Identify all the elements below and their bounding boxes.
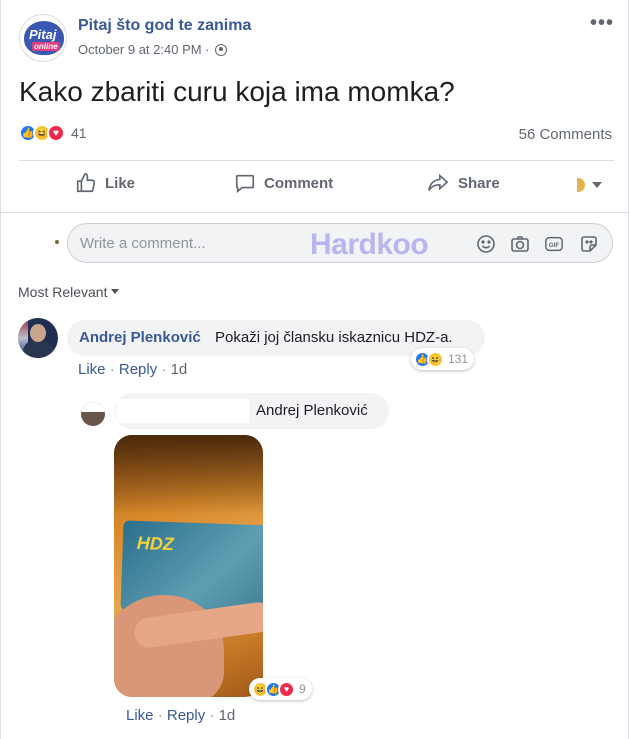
love-icon: ♥ <box>278 680 295 698</box>
comment-icon <box>235 174 255 193</box>
comment-text: Pokaži joj člansku iskaznicu HDZ-a. <box>215 329 453 346</box>
post-card: Pitaj online Pitaj što god te zanima Oct… <box>0 0 629 739</box>
reply-reaction-count: 9 <box>299 682 306 696</box>
separator: · <box>161 361 171 378</box>
comment-time[interactable]: 1d <box>171 361 188 378</box>
reaction-count: 41 <box>71 125 87 141</box>
divider <box>1 212 628 213</box>
post-text: Kako zbariti curu koja ima momka? <box>19 76 455 107</box>
comment-reaction-count: 131 <box>448 352 469 366</box>
reaction-summary[interactable]: 👍 😆 ♥ 41 <box>19 124 87 142</box>
share-button[interactable]: Share <box>426 172 500 194</box>
like-button[interactable]: Like <box>75 172 135 194</box>
share-icon <box>428 173 449 191</box>
profile-thumb-icon <box>576 178 585 192</box>
card-logo-text: HDZ <box>136 532 175 555</box>
separator: · <box>109 361 119 378</box>
avatar-face <box>30 324 46 342</box>
share-button-label: Share <box>458 174 500 192</box>
user-avatar-small <box>55 240 59 244</box>
comment-reactions[interactable]: 👍 😆 131 <box>411 348 475 370</box>
separator: · <box>209 707 219 724</box>
avatar-logo-text: Pitaj <box>29 27 57 42</box>
reply-bubble: Andrej Plenković <box>114 393 389 429</box>
comment-reply-link[interactable]: Reply <box>119 361 157 378</box>
love-icon: ♥ <box>47 124 65 142</box>
gif-icon[interactable]: GIF <box>544 234 564 254</box>
globe-icon <box>214 43 227 56</box>
separator: · <box>157 707 167 724</box>
gif-icon-label: GIF <box>549 242 560 249</box>
photo-shadow <box>114 435 263 515</box>
more-options-icon[interactable]: ••• <box>590 12 614 35</box>
reply-avatar[interactable] <box>81 402 105 426</box>
reply-reactions[interactable]: 😆 👍 ♥ 9 <box>249 678 312 700</box>
comment-placeholder: Write a comment... <box>80 235 206 252</box>
comments-count-link[interactable]: 56 Comments <box>519 126 612 143</box>
reply-mention-link[interactable]: Andrej Plenković <box>256 402 368 419</box>
commenter-avatar[interactable] <box>18 318 58 358</box>
comment-input[interactable]: Write a comment... Hardkoo GIF <box>67 223 613 263</box>
comment-like-link[interactable]: Like <box>78 361 106 378</box>
comment-button-label: Comment <box>264 174 334 192</box>
sort-label: Most Relevant <box>18 284 108 300</box>
divider <box>19 160 614 161</box>
page-avatar[interactable]: Pitaj online <box>19 14 67 62</box>
chevron-down-icon <box>111 289 120 294</box>
avatar-logo-subtext: online <box>32 42 60 51</box>
like-button-label: Like <box>105 174 136 192</box>
redacted-author-name <box>116 399 249 423</box>
comment-button[interactable]: Comment <box>234 172 333 194</box>
comment-sort-dropdown[interactable]: Most Relevant <box>18 284 120 300</box>
watermark: Hardkoo <box>310 228 429 261</box>
haha-icon: 😆 <box>427 350 444 368</box>
audience-selector[interactable] <box>576 178 602 193</box>
reply-actions: Like · Reply · 1d <box>126 707 235 724</box>
comment-author-link[interactable]: Andrej Plenković <box>79 329 201 346</box>
reply-reply-link[interactable]: Reply <box>167 707 205 724</box>
avatar-suit <box>23 340 53 358</box>
page-name-link[interactable]: Pitaj što god te zanima <box>78 17 251 35</box>
reply-photo[interactable]: HDZ <box>114 435 263 697</box>
reply-like-link[interactable]: Like <box>126 707 154 724</box>
comment-actions: Like · Reply · 1d <box>78 361 187 378</box>
post-meta: October 9 at 2:40 PM · <box>78 42 227 57</box>
thumbs-up-icon <box>76 173 96 193</box>
emoji-icon[interactable] <box>476 234 496 254</box>
post-timestamp[interactable]: October 9 at 2:40 PM · <box>78 42 210 57</box>
reply-time[interactable]: 1d <box>219 707 236 724</box>
camera-icon[interactable] <box>510 234 530 254</box>
chevron-down-icon <box>592 182 602 188</box>
sticker-icon[interactable] <box>579 234 599 254</box>
